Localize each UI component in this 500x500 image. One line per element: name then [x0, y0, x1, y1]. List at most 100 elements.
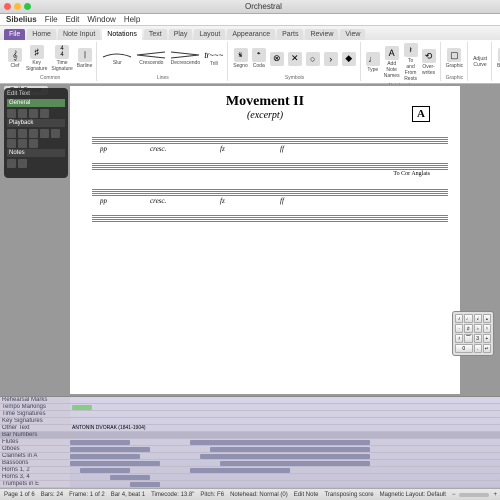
tl-barnums[interactable]: Bar Numbers [0, 432, 70, 439]
key-sig-button[interactable]: ♯Key Signature [25, 44, 48, 73]
tab-play[interactable]: Play [169, 29, 193, 40]
minimize-icon[interactable] [14, 3, 21, 10]
coda-button[interactable]: 𝄌Coda [251, 47, 267, 70]
tab-text[interactable]: Text [144, 29, 167, 40]
tl-other[interactable]: Other Text [0, 425, 70, 432]
tab-file[interactable]: File [4, 29, 25, 40]
menu-file[interactable]: File [45, 15, 58, 24]
tl-rehearsal[interactable]: Rehearsal Marks [0, 397, 70, 404]
add-note-names-button[interactable]: AAdd Note Names [383, 45, 401, 80]
tab-review[interactable]: Review [305, 29, 338, 40]
panel-section-notes[interactable]: Notes [7, 149, 65, 157]
timesig-icon: 44 [55, 45, 69, 59]
keypad-btn[interactable]: 𝅗𝅥 [474, 314, 482, 323]
decrescendo-button[interactable]: Decrescendo [169, 50, 201, 67]
menu-window[interactable]: Window [87, 15, 115, 24]
keypad-btn[interactable]: 𝄽 [455, 334, 463, 343]
tl-inst[interactable]: Trumpets in E [0, 481, 70, 488]
symbol-7-button[interactable]: ◆ [341, 51, 357, 67]
keypad-btn[interactable]: . [474, 344, 482, 353]
keypad-btn[interactable]: ↵ [483, 344, 491, 353]
panel-section-general[interactable]: General [7, 99, 65, 107]
ribbon-group-symbols: 𝄋Segno 𝄌Coda ⊗ ✕ ○ › ◆ Symbols [229, 42, 360, 81]
to-from-rests-button[interactable]: 𝄽To and From Rests [403, 42, 419, 83]
symbol-5-button[interactable]: ○ [305, 51, 321, 67]
symbol-4-button[interactable]: ✕ [287, 51, 303, 67]
ribbon-group-graphic: ▢Graphic Graphic [442, 42, 469, 81]
keypad-btn[interactable]: ♪ [455, 314, 463, 323]
trill-button[interactable]: tr~~~Trill [203, 50, 224, 68]
zoom-out-button[interactable]: − [452, 492, 456, 498]
staff-3[interactable]: pp cresc. fz ff [80, 185, 450, 203]
tl-inst[interactable]: Horns 3, 4 [0, 474, 70, 481]
tab-appearance[interactable]: Appearance [227, 29, 275, 40]
timeline-tracks[interactable]: ANTONIN DVORAK (1841-1904) [70, 397, 500, 488]
status-timecode: Timecode: 13.8" [151, 492, 194, 498]
staff-1[interactable]: pp cresc. fz ff [80, 133, 450, 151]
score-subtitle: (excerpt) [70, 110, 460, 121]
titlebar: Orchestral [0, 0, 500, 14]
zoom-in-button[interactable]: + [493, 492, 497, 498]
tab-layout[interactable]: Layout [194, 29, 225, 40]
menu-app[interactable]: Sibelius [6, 15, 37, 24]
keypad-btn[interactable]: ♯ [464, 324, 472, 333]
keypad-btn[interactable]: ♮ [483, 324, 491, 333]
keypad-btn[interactable]: 0 [455, 344, 473, 353]
ribbon-group-common: 𝄞Clef ♯Key Signature 44Time Signature 𝄁B… [4, 42, 97, 81]
window-title: Orchestral [31, 2, 496, 11]
slur-button[interactable]: Slur [101, 50, 133, 67]
keypad-btn[interactable]: ♭ [474, 324, 482, 333]
zoom-icon[interactable] [24, 3, 31, 10]
tab-note-input[interactable]: Note Input [58, 29, 100, 40]
tl-inst[interactable]: Bassoons [0, 460, 70, 467]
tl-timesig[interactable]: Time Signatures [0, 411, 70, 418]
tl-keysig[interactable]: Key Signatures [0, 418, 70, 425]
notehead-icon: ♩ [366, 52, 380, 66]
tl-inst[interactable]: Oboes [0, 446, 70, 453]
tl-tempo[interactable]: Tempo Markings [0, 404, 70, 411]
notehead-type-button[interactable]: ♩Type [365, 51, 381, 74]
score-canvas[interactable]: Movement II (excerpt) A pp cresc. fz ff … [70, 86, 460, 394]
timeline-panel[interactable]: Rehearsal Marks Tempo Markings Time Sign… [0, 396, 500, 488]
menu-edit[interactable]: Edit [66, 15, 80, 24]
status-frame: Frame: 1 of 2 [69, 492, 105, 498]
segno-button[interactable]: 𝄋Segno [232, 47, 248, 70]
tab-home[interactable]: Home [27, 29, 56, 40]
tab-parts[interactable]: Parts [277, 29, 303, 40]
close-icon[interactable] [4, 3, 11, 10]
status-bars: Bars: 24 [41, 492, 63, 498]
barline-button[interactable]: 𝄁Barline [76, 47, 94, 70]
clef-button[interactable]: 𝄞Clef [7, 47, 23, 70]
keypad-btn[interactable]: 𝅝 [483, 314, 491, 323]
graphic-button[interactable]: ▢Graphic [445, 47, 465, 70]
tl-inst[interactable]: Horns 1, 2 [0, 467, 70, 474]
symbol-3-button[interactable]: ⊗ [269, 51, 285, 67]
panel-section-playback[interactable]: Playback [7, 119, 65, 127]
time-sig-button[interactable]: 44Time Signature [50, 44, 73, 73]
ribbon-group-lines: Slur Crescendo Decrescendo tr~~~Trill Li… [98, 42, 228, 81]
tab-view[interactable]: View [340, 29, 365, 40]
keypad-btn[interactable]: ⁀ [464, 334, 472, 343]
adjust-curve-button[interactable]: Adjust Curve [472, 55, 488, 69]
tl-inst[interactable]: Clarinets in A [0, 453, 70, 460]
rehearsal-mark[interactable]: A [412, 106, 430, 122]
staff-4[interactable] [80, 211, 450, 229]
status-position: Bar 4, beat 1 [111, 492, 145, 498]
crescendo-button[interactable]: Crescendo [135, 50, 167, 67]
tl-inst[interactable]: Flutes [0, 439, 70, 446]
image-icon: ▢ [447, 48, 461, 62]
overwrites-button[interactable]: ⟲Over-writes [421, 48, 437, 77]
keypad-panel[interactable]: ♪ ♩ 𝅗𝅥 𝅝 · ♯ ♭ ♮ 𝄽 ⁀ 3 + 0 . ↵ [452, 311, 494, 356]
keypad-btn[interactable]: 3 [474, 334, 482, 343]
bracket-button[interactable]: [Bracket [496, 47, 500, 70]
keypad-btn[interactable]: ♩ [464, 314, 472, 323]
keypad-btn[interactable]: + [483, 334, 491, 343]
keypad-btn[interactable]: · [455, 324, 463, 333]
staff-2[interactable]: To Cor Anglais [80, 159, 450, 177]
zoom-slider[interactable] [459, 493, 489, 497]
ribbon-group-noteheads: ♩Type AAdd Note Names 𝄽To and From Rests… [362, 42, 441, 81]
tab-notations[interactable]: Notations [102, 29, 142, 40]
inspector-panel[interactable]: Edit Text General Playback Notes [4, 88, 68, 178]
menu-help[interactable]: Help [124, 15, 140, 24]
symbol-6-button[interactable]: › [323, 51, 339, 67]
